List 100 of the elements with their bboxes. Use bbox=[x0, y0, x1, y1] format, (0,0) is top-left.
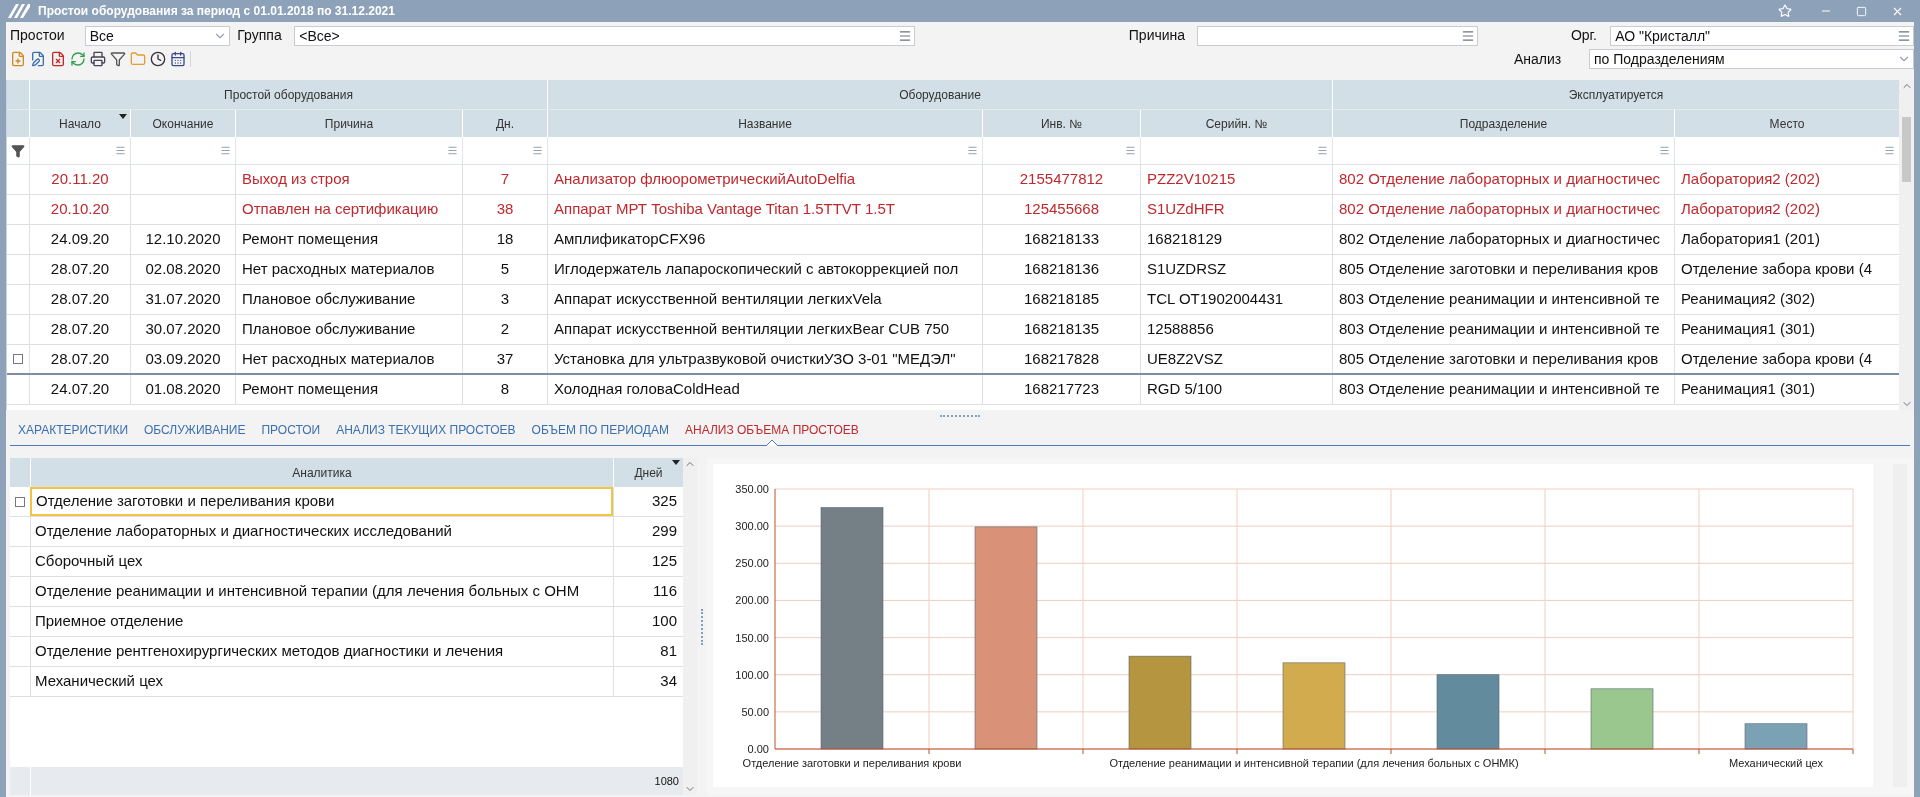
table-cell: Плановое обслуживание bbox=[235, 285, 462, 314]
filter-menu-icon[interactable] bbox=[1884, 145, 1895, 156]
table-row[interactable]: 28.07.20 03.09.2020 Нет расходных материалов 37 Установка для ультразвуковой очисткиУЗО 3-01 "МЕДЭЛ" 168217828 UE8Z2VSZ 805 Отделение заготовки и переливания кров Отделение забора крови (4 bbox=[7, 345, 1899, 375]
input-field[interactable]: АО "Кристалл" bbox=[1610, 25, 1914, 46]
table-row[interactable]: 28.07.20 02.08.2020 Нет расходных материалов 5 Иглодержатель лапароскопический с автокоррекцией пол 168218136 S1UZDRSZ 805 Отделение заготовки и переливания кров Отделение забора крови (4 bbox=[7, 255, 1899, 285]
input-field[interactable] bbox=[1197, 25, 1478, 46]
column-header[interactable]: Подразделение bbox=[1332, 110, 1674, 137]
table-cell-text: 125 bbox=[651, 551, 677, 572]
column-header[interactable]: Инв. № bbox=[982, 110, 1140, 137]
table-cell: Ремонт помещения bbox=[235, 225, 462, 254]
y-tick-label: 200.00 bbox=[735, 594, 769, 607]
input-field[interactable]: <Все> bbox=[294, 25, 916, 46]
table-cell: 168218133 bbox=[982, 225, 1140, 254]
group-header: Простой оборудования bbox=[29, 80, 547, 109]
table-cell: 02.08.2020 bbox=[130, 255, 235, 284]
logo-icon bbox=[8, 4, 30, 18]
column-header[interactable]: Серийн. № bbox=[1140, 110, 1332, 137]
column-header[interactable]: Начало bbox=[29, 110, 130, 137]
table-cell: 805 Отделение заготовки и переливания кров bbox=[1332, 345, 1674, 373]
splitter-handle[interactable] bbox=[940, 414, 980, 418]
delete-document-icon[interactable] bbox=[50, 51, 66, 67]
column-header[interactable]: Название bbox=[547, 110, 982, 137]
table-cell: 20.10.20 bbox=[29, 195, 130, 224]
analytics-row[interactable]: Отделение лабораторных и диагностических исследований 299 bbox=[10, 517, 683, 547]
column-header[interactable]: Аналитика bbox=[30, 458, 613, 487]
table-row[interactable]: 20.11.20 Выход из строя 7 Анализатор флюорометрическийAutoDelfia 2155477812 PZZ2V10215 802 Отделение лабораторных и диагностичес Лаборатория2 (202) bbox=[7, 165, 1899, 195]
filter-menu-icon[interactable] bbox=[220, 145, 231, 156]
maximize-icon[interactable] bbox=[1856, 5, 1867, 17]
filter-icon[interactable] bbox=[11, 143, 25, 158]
table-row[interactable]: 28.07.20 30.07.2020 Плановое обслуживание 2 Аппарат искусственной вентиляции легкихBear CUB 750 168218135 12588856 803 Отделение реанимации и интенсивной те Реанимация1 (301) bbox=[7, 315, 1899, 345]
list-icon[interactable] bbox=[1460, 28, 1475, 43]
edit-document-icon[interactable] bbox=[30, 51, 46, 67]
y-tick-label: 250.00 bbox=[735, 557, 769, 570]
table-cell: Холодная головаColdHead bbox=[547, 375, 982, 404]
x-axis-label: Механический цех bbox=[1729, 757, 1823, 769]
y-tick-label: 350.00 bbox=[735, 483, 769, 495]
filter-menu-icon[interactable] bbox=[1317, 145, 1328, 156]
analytics-row[interactable]: Сборочный цех 125 bbox=[10, 547, 683, 577]
tab[interactable]: АНАЛИЗ ОБЪЕМА ПРОСТОЕВ bbox=[677, 421, 867, 445]
list-icon[interactable] bbox=[1897, 28, 1911, 43]
analytics-row[interactable]: Отделение реанимации и интенсивной терапии (для лечения больных с ОНМ 116 bbox=[10, 577, 683, 607]
table-cell: Отпавлен на сертификацию bbox=[235, 195, 462, 224]
favorite-icon[interactable] bbox=[1778, 4, 1792, 18]
table-row[interactable]: 24.09.20 12.10.2020 Ремонт помещения 18 АмплификаторCFX96 168218133 168218129 802 Отделение лабораторных и диагностичес Лаборатория1 (201) bbox=[7, 225, 1899, 255]
filter-icon[interactable] bbox=[110, 51, 126, 67]
filter-menu-icon[interactable] bbox=[447, 145, 458, 156]
table-cell: 802 Отделение лабораторных и диагностичес bbox=[1332, 225, 1674, 254]
tab[interactable]: ОБСЛУЖИВАНИЕ bbox=[136, 421, 254, 445]
scrollbar-thumb[interactable] bbox=[1902, 117, 1911, 182]
print-icon[interactable] bbox=[90, 51, 106, 67]
column-header[interactable]: Окончание bbox=[130, 110, 235, 137]
filter-menu-icon[interactable] bbox=[115, 145, 126, 156]
table-row[interactable]: 20.10.20 Отпавлен на сертификацию 38 Аппарат МРТ Toshiba Vantage Titan 1.5TTVT 1.5T 125455668 S1UZdHFR 802 Отделение лабораторных и диагностичес Лаборатория2 (202) bbox=[7, 195, 1899, 225]
row-indicator bbox=[13, 354, 23, 364]
filter-menu-icon[interactable] bbox=[1125, 145, 1136, 156]
tab[interactable]: ПРОСТОИ bbox=[253, 421, 329, 445]
field-label: Причина bbox=[1127, 26, 1187, 45]
table-cell: АмплификаторCFX96 bbox=[547, 225, 982, 254]
table-cell-text: 325 bbox=[651, 491, 677, 512]
table-cell: S1UZDRSZ bbox=[1140, 255, 1332, 284]
table-cell: Плановое обслуживание bbox=[235, 315, 462, 344]
table-row[interactable]: 28.07.20 31.07.2020 Плановое обслуживание 3 Аппарат искусственной вентиляции легкихVela 168218185 TCL OT1902004431 803 Отделение реанимации и интенсивной те Реанимация2 (302) bbox=[7, 285, 1899, 315]
new-document-icon[interactable] bbox=[10, 51, 26, 67]
y-tick-label: 50.00 bbox=[741, 705, 769, 718]
table-cell: 168217723 bbox=[982, 375, 1140, 404]
analytics-row[interactable]: Приемное отделение 100 bbox=[10, 607, 683, 637]
analytics-row[interactable]: Отделение рентгенохирургических методов диагностики и лечения 81 bbox=[10, 637, 683, 667]
table-cell-text: Сборочный цех bbox=[35, 551, 143, 572]
table-cell: 01.08.2020 bbox=[130, 375, 235, 404]
table-cell: RGD 5/100 bbox=[1140, 375, 1332, 404]
column-header[interactable]: Дн. bbox=[462, 110, 547, 137]
table-cell: 168218185 bbox=[982, 285, 1140, 314]
sort-icon bbox=[672, 460, 680, 465]
column-header[interactable]: Причина bbox=[235, 110, 462, 137]
list-icon[interactable] bbox=[898, 28, 913, 43]
tab[interactable]: ОБЪЕМ ПО ПЕРИОДАМ bbox=[523, 421, 677, 445]
table-cell-text: 299 bbox=[651, 521, 677, 542]
table-cell: 168217828 bbox=[982, 345, 1140, 373]
table-cell: 125455668 bbox=[982, 195, 1140, 224]
splitter-handle[interactable] bbox=[701, 608, 703, 645]
table-row[interactable]: 24.07.20 01.08.2020 Ремонт помещения 8 Холодная головаColdHead 168217723 RGD 5/100 803 Отделение реанимации и интенсивной те Реанимация1 (301) bbox=[7, 375, 1899, 405]
dropdown-field[interactable]: по Подразделениям bbox=[1589, 49, 1914, 69]
table-cell: 2155477812 bbox=[982, 165, 1140, 194]
calendar-icon[interactable] bbox=[170, 51, 186, 67]
tab[interactable]: ХАРАКТЕРИСТИКИ bbox=[10, 421, 136, 445]
table-cell: 38 bbox=[462, 195, 547, 224]
table-cell: 03.09.2020 bbox=[130, 345, 235, 373]
table-cell: 31.07.2020 bbox=[130, 285, 235, 314]
analytics-row[interactable]: Механический цех 34 bbox=[10, 667, 683, 697]
table-cell: 803 Отделение реанимации и интенсивной те bbox=[1332, 285, 1674, 314]
table-cell-text: 100 bbox=[651, 611, 677, 632]
row-indicator bbox=[15, 496, 25, 507]
filter-menu-icon[interactable] bbox=[532, 145, 543, 156]
tab[interactable]: АНАЛИЗ ТЕКУЩИХ ПРОСТОЕВ bbox=[328, 421, 524, 445]
table-cell: PZZ2V10215 bbox=[1140, 165, 1332, 194]
filter-menu-icon[interactable] bbox=[967, 145, 978, 156]
dropdown-field[interactable]: Все bbox=[84, 25, 230, 46]
filter-menu-icon[interactable] bbox=[1659, 145, 1670, 156]
table-cell-text: 81 bbox=[660, 641, 677, 662]
clock-icon[interactable] bbox=[150, 51, 166, 67]
